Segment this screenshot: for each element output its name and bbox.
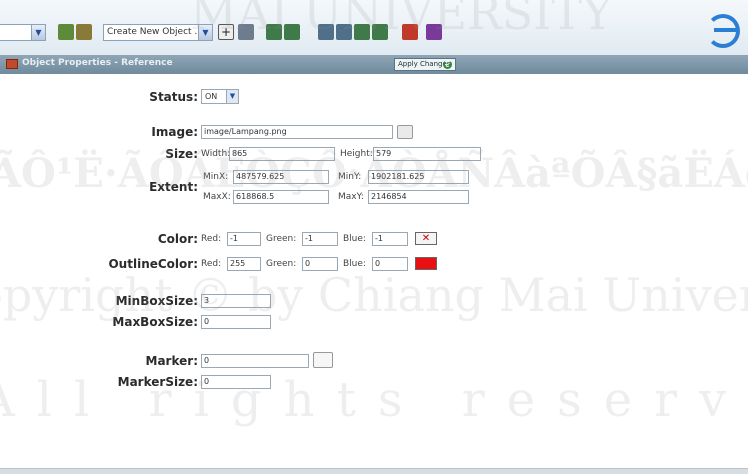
marker-picker-button[interactable] <box>313 352 333 368</box>
delete-icon[interactable] <box>402 24 418 40</box>
color-none-swatch[interactable]: ✕ <box>415 232 437 245</box>
panel-title: Object Properties - Reference <box>22 58 173 68</box>
refresh-icon <box>443 60 452 69</box>
miny-label: MinY: <box>338 172 362 182</box>
toolbar: ▼ Create New Object ... ▼ + <box>0 0 748 62</box>
properties-icon[interactable] <box>238 24 254 40</box>
width-field[interactable]: 865 <box>229 147 335 161</box>
height-value: 579 <box>376 149 392 158</box>
color-blue-field[interactable]: -1 <box>372 232 408 246</box>
outline-color-label: OutlineColor: <box>108 257 198 271</box>
image-value: image/Lampang.png <box>204 127 287 136</box>
properties-header: Object Properties - Reference Apply Chan… <box>0 55 748 74</box>
width-value: 865 <box>232 149 248 158</box>
outline-blue-label: Blue: <box>343 259 366 269</box>
maxx-label: MaxX: <box>203 192 231 202</box>
marker-field[interactable]: 0 <box>201 354 309 368</box>
properties-form: Status: ON ▼ Image: image/Lampang.png Si… <box>0 74 748 468</box>
outline-red-value: 255 <box>230 259 246 268</box>
import-icon[interactable] <box>354 24 370 40</box>
create-object-value: Create New Object ... <box>107 27 204 37</box>
outline-color-swatch[interactable] <box>415 257 437 270</box>
color-blue-value: -1 <box>375 234 383 243</box>
chevron-down-icon: ▼ <box>198 25 212 40</box>
export-icon[interactable] <box>372 24 388 40</box>
outline-red-field[interactable]: 255 <box>227 257 261 271</box>
layers-icon[interactable] <box>58 24 74 40</box>
color-red-label: Red: <box>201 234 222 244</box>
marker-size-label: MarkerSize: <box>117 375 198 389</box>
color-green-value: -1 <box>305 234 313 243</box>
status-value: ON <box>205 92 218 101</box>
add-icon[interactable]: + <box>218 24 234 40</box>
image-label: Image: <box>151 125 198 139</box>
outline-blue-value: 0 <box>375 259 381 268</box>
height-field[interactable]: 579 <box>373 147 481 161</box>
marker-size-field[interactable]: 0 <box>201 375 271 389</box>
status-select[interactable]: ON ▼ <box>201 89 239 104</box>
chevron-down-icon: ▼ <box>226 90 238 103</box>
color-blue-label: Blue: <box>343 234 366 244</box>
color-green-field[interactable]: -1 <box>302 232 338 246</box>
marker-size-value: 0 <box>204 377 210 386</box>
browse-image-button[interactable] <box>397 125 413 139</box>
min-box-size-field[interactable]: 3 <box>201 294 271 308</box>
extent-label: Extent: <box>149 180 198 194</box>
outline-blue-field[interactable]: 0 <box>372 257 408 271</box>
max-box-size-field[interactable]: 0 <box>201 315 271 329</box>
maxy-value: 2146854 <box>371 192 407 201</box>
apply-changes-button[interactable]: Apply Changes <box>394 58 456 71</box>
outline-green-value: 0 <box>305 259 311 268</box>
status-bar <box>0 468 748 474</box>
miny-field[interactable]: 1902181.625 <box>368 170 469 184</box>
move-down-icon[interactable] <box>284 24 300 40</box>
size-label: Size: <box>165 147 198 161</box>
outline-green-label: Green: <box>266 259 297 269</box>
edit-icon[interactable] <box>76 24 92 40</box>
copy-icon[interactable] <box>318 24 334 40</box>
maxy-label: MaxY: <box>338 192 364 202</box>
paste-icon[interactable] <box>336 24 352 40</box>
min-box-size-value: 3 <box>204 296 210 305</box>
maxx-field[interactable]: 618868.5 <box>233 190 329 204</box>
minx-label: MinX: <box>203 172 229 182</box>
outline-red-label: Red: <box>201 259 222 269</box>
properties-icon <box>6 59 18 69</box>
color-green-label: Green: <box>266 234 297 244</box>
browser-logo-icon <box>706 14 740 48</box>
color-red-field[interactable]: -1 <box>227 232 261 246</box>
miny-value: 1902181.625 <box>371 172 425 181</box>
chevron-down-icon: ▼ <box>31 25 45 40</box>
move-up-icon[interactable] <box>266 24 282 40</box>
minx-value: 487579.625 <box>236 172 285 181</box>
max-box-size-label: MaxBoxSize: <box>112 315 198 329</box>
image-field[interactable]: image/Lampang.png <box>201 125 393 139</box>
minx-field[interactable]: 487579.625 <box>233 170 329 184</box>
marker-label: Marker: <box>145 354 198 368</box>
marker-value: 0 <box>204 356 210 365</box>
brush-icon[interactable] <box>426 24 442 40</box>
min-box-size-label: MinBoxSize: <box>115 294 198 308</box>
width-label: Width: <box>201 149 231 159</box>
layer-select[interactable]: ▼ <box>0 24 46 41</box>
height-label: Height: <box>340 149 373 159</box>
max-box-size-value: 0 <box>204 317 210 326</box>
create-object-select[interactable]: Create New Object ... ▼ <box>103 24 213 41</box>
maxx-value: 618868.5 <box>236 192 275 201</box>
outline-green-field[interactable]: 0 <box>302 257 338 271</box>
maxy-field[interactable]: 2146854 <box>368 190 469 204</box>
color-red-value: -1 <box>230 234 238 243</box>
status-label: Status: <box>149 90 198 104</box>
color-label: Color: <box>157 232 198 246</box>
